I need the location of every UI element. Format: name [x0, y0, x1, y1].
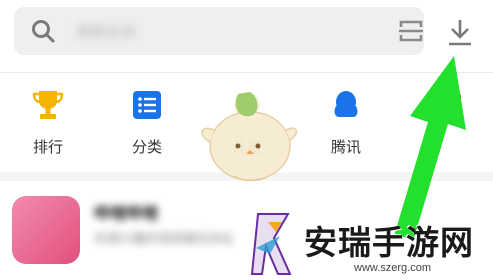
- watermark-url: www.szerg.com: [354, 262, 432, 274]
- penguin-icon: [334, 91, 358, 117]
- search-placeholder: 搜索应用: [76, 23, 137, 41]
- scan-icon[interactable]: [398, 19, 424, 43]
- search-icon: [32, 20, 55, 43]
- watermark-title: 安瑞手游网: [304, 223, 474, 262]
- category-classify[interactable]: 分类: [107, 84, 187, 164]
- category-label: 排行: [32, 138, 63, 156]
- watermark: 安瑞手游网 www.szerg.com: [244, 208, 493, 280]
- mascot-illustration: [201, 92, 298, 182]
- search-bar[interactable]: 搜索应用: [14, 7, 424, 55]
- watermark-logo-icon: [250, 213, 292, 275]
- category-ranking[interactable]: 排行: [8, 84, 88, 164]
- category-tencent[interactable]: 腾讯: [306, 84, 386, 164]
- category-label: 腾讯: [330, 138, 361, 156]
- list-icon: [133, 91, 161, 119]
- app-name: 哔哩哔哩: [94, 204, 159, 223]
- category-label: 分类: [131, 138, 162, 156]
- download-icon[interactable]: [446, 18, 474, 48]
- app-description: 你感兴趣的视频都在B站: [94, 232, 233, 247]
- app-icon: [12, 196, 80, 264]
- trophy-icon: [32, 91, 64, 119]
